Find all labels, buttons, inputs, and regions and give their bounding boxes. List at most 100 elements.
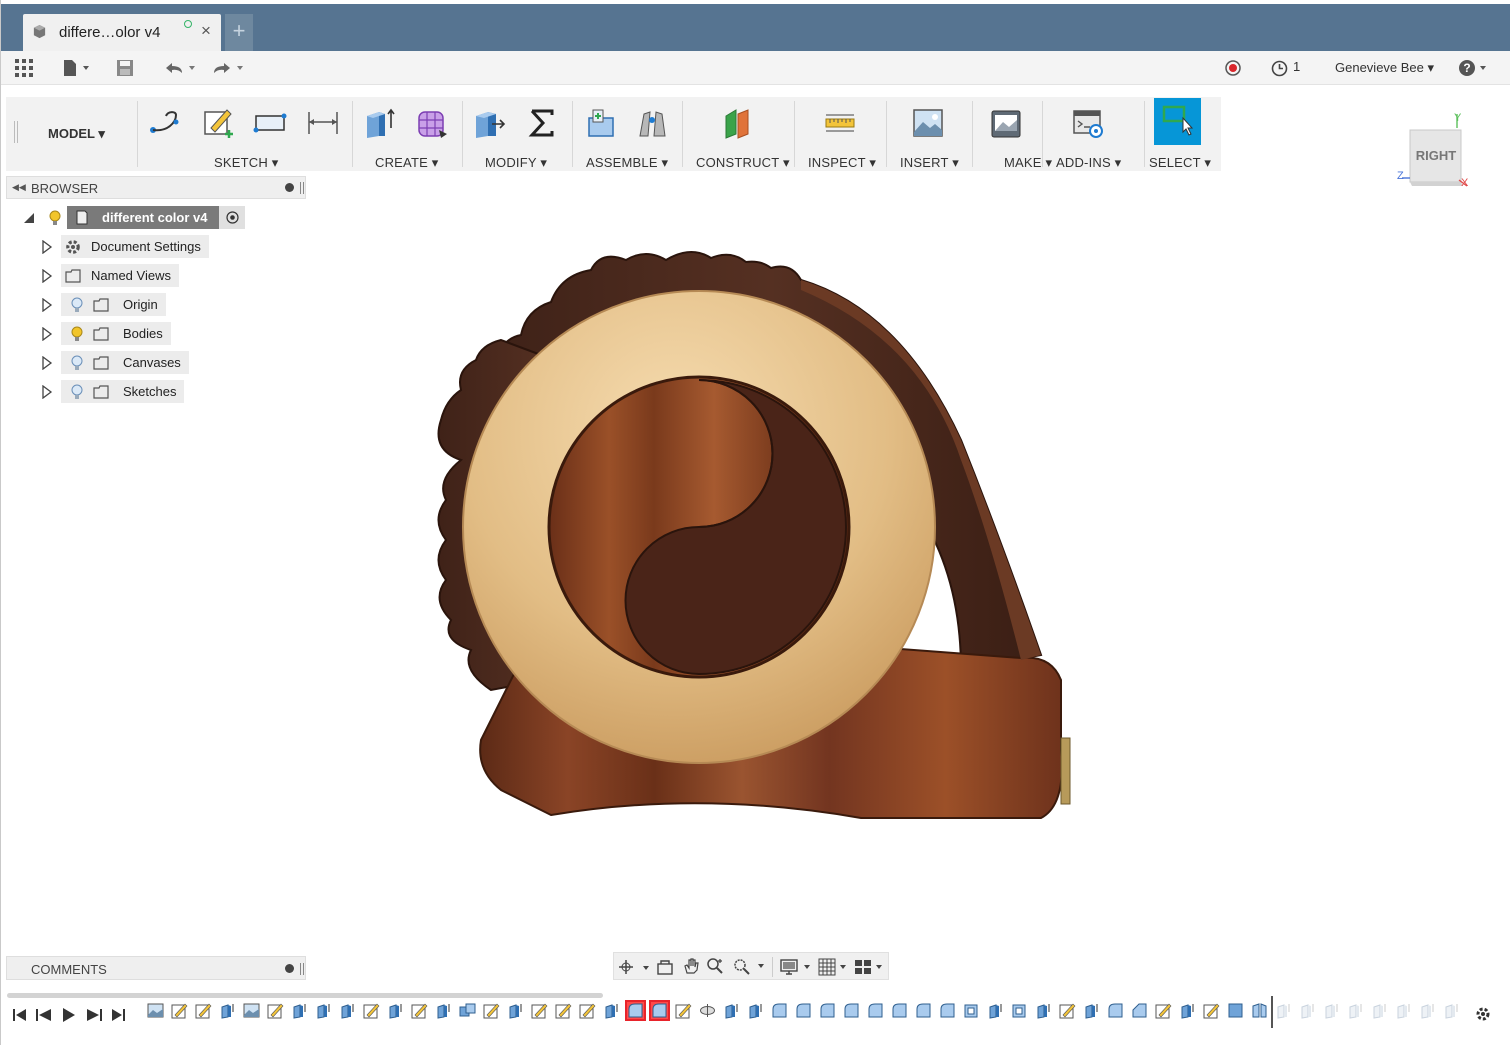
job-count[interactable]: 1 [1293, 59, 1300, 74]
create-menu[interactable]: CREATE ▾ [375, 155, 439, 171]
timeline-combine-feature-icon[interactable] [459, 1002, 476, 1019]
joint-button[interactable] [632, 103, 672, 143]
timeline-fillet-feature-icon[interactable] [891, 1002, 908, 1019]
timeline-fillet-feature-icon[interactable] [867, 1002, 884, 1019]
addins-menu[interactable]: ADD-INS ▾ [1056, 155, 1121, 171]
browser-item-canvases[interactable]: Canvases [41, 351, 189, 374]
expand-triangle-icon[interactable] [41, 355, 53, 370]
app-grid-icon[interactable] [13, 57, 35, 79]
timeline-extrude-feature-icon[interactable] [1083, 1002, 1100, 1019]
timeline-fillet-feature-icon[interactable] [625, 1000, 646, 1021]
timeline-extrude-feature-icon[interactable] [1179, 1002, 1196, 1019]
new-tab-button[interactable]: + [225, 14, 253, 51]
timeline-fillet-feature-icon[interactable] [649, 1000, 670, 1021]
timeline-ghost-feature-icon[interactable] [1299, 1002, 1316, 1019]
timeline-scrollbar[interactable] [7, 993, 603, 998]
timeline-ghost-feature-icon[interactable] [1323, 1002, 1340, 1019]
job-status-clock-icon[interactable] [1269, 57, 1289, 79]
create-sketch-button[interactable] [198, 103, 238, 143]
root-component[interactable]: different color v4 [67, 206, 220, 229]
visibility-bulb-icon[interactable] [71, 326, 83, 342]
expand-triangle-icon[interactable] [41, 326, 53, 341]
timeline-move-feature-icon[interactable] [699, 1002, 716, 1019]
rectangle-sketch-button[interactable] [250, 103, 290, 143]
zoom-icon[interactable] [706, 957, 724, 975]
timeline-sketch-feature-icon[interactable] [555, 1002, 572, 1019]
new-component-button[interactable] [580, 103, 620, 143]
timeline-sketch-feature-icon[interactable] [1203, 1002, 1220, 1019]
timeline-extrude-feature-icon[interactable] [291, 1002, 308, 1019]
save-icon[interactable] [115, 57, 135, 79]
timeline-shell-feature-icon[interactable] [963, 1002, 980, 1019]
browser-item-origin[interactable]: Origin [41, 293, 166, 316]
viewports-icon[interactable] [854, 958, 886, 976]
inspect-menu[interactable]: INSPECT ▾ [808, 155, 876, 171]
timeline-extrude-feature-icon[interactable] [315, 1002, 332, 1019]
browser-root-row[interactable]: different color v4 [21, 206, 246, 229]
modify-menu[interactable]: MODIFY ▾ [485, 155, 547, 171]
assemble-menu[interactable]: ASSEMBLE ▾ [586, 155, 668, 171]
timeline-extrude-feature-icon[interactable] [387, 1002, 404, 1019]
document-tab[interactable]: differe…olor v4 × [23, 14, 221, 51]
hidden-bulb-icon[interactable] [71, 384, 83, 400]
timeline-sketch-feature-icon[interactable] [195, 1002, 212, 1019]
fit-zoom-icon[interactable] [732, 957, 766, 975]
hidden-bulb-icon[interactable] [71, 297, 83, 313]
press-pull-button[interactable] [469, 103, 509, 143]
browser-pin-icon[interactable] [300, 182, 304, 194]
create-form-button[interactable] [412, 103, 452, 143]
timeline-fillet-feature-icon[interactable] [771, 1002, 788, 1019]
construct-menu[interactable]: CONSTRUCT ▾ [696, 155, 790, 171]
orbit-icon[interactable] [618, 958, 650, 976]
sketch-menu[interactable]: SKETCH ▾ [214, 155, 278, 171]
timeline-ghost-feature-icon[interactable] [1347, 1002, 1364, 1019]
add-comment-icon[interactable] [285, 964, 294, 973]
viewcube[interactable]: RIGHT Y Z X [1395, 108, 1475, 194]
offset-plane-button[interactable] [717, 103, 757, 143]
timeline-sketch-feature-icon[interactable] [675, 1002, 692, 1019]
3d-print-button[interactable] [986, 103, 1026, 143]
timeline-extrude-feature-icon[interactable] [507, 1002, 524, 1019]
insert-canvas-button[interactable] [908, 103, 948, 143]
timeline-fillet-feature-icon[interactable] [939, 1002, 956, 1019]
timeline-settings-gear-icon[interactable] [1475, 1006, 1491, 1022]
timeline-extrude-feature-icon[interactable] [723, 1002, 740, 1019]
extrude-button[interactable] [360, 103, 400, 143]
toolbar-grip-icon[interactable] [14, 121, 18, 143]
close-tab-button[interactable]: × [201, 21, 211, 41]
timeline-fillet-feature-icon[interactable] [915, 1002, 932, 1019]
expand-triangle-icon[interactable] [41, 268, 53, 283]
timeline-shell-feature-icon[interactable] [1011, 1002, 1028, 1019]
pan-hand-icon[interactable] [682, 957, 700, 975]
timeline-sketch-feature-icon[interactable] [363, 1002, 380, 1019]
select-button[interactable] [1154, 98, 1201, 145]
create-sketch-line-button[interactable] [146, 103, 186, 143]
browser-options-icon[interactable] [285, 183, 294, 192]
workspace-switcher[interactable]: MODEL ▾ [48, 126, 105, 142]
timeline-extrude-feature-icon[interactable] [603, 1002, 620, 1019]
expand-triangle-icon[interactable] [41, 297, 53, 312]
activate-component-icon[interactable] [219, 206, 246, 229]
visibility-bulb-icon[interactable] [49, 210, 61, 226]
timeline-extrude-feature-icon[interactable] [747, 1002, 764, 1019]
timeline-chamfer-feature-icon[interactable] [1131, 1002, 1148, 1019]
scripts-addins-button[interactable] [1068, 103, 1108, 143]
collapse-triangle-icon[interactable] [21, 210, 37, 226]
timeline-extrude-feature-icon[interactable] [339, 1002, 356, 1019]
timeline-extrude-feature-icon[interactable] [435, 1002, 452, 1019]
file-menu-icon[interactable] [59, 57, 93, 79]
timeline-fillet-feature-icon[interactable] [1107, 1002, 1124, 1019]
hidden-bulb-icon[interactable] [71, 355, 83, 371]
timeline-canvas-feature-icon[interactable] [243, 1002, 260, 1019]
timeline-sketch-feature-icon[interactable] [171, 1002, 188, 1019]
timeline-extrude-feature-icon[interactable] [219, 1002, 236, 1019]
browser-item-sketches[interactable]: Sketches [41, 380, 185, 403]
timeline-ghost-feature-icon[interactable] [1419, 1002, 1436, 1019]
timeline-canvas-feature-icon[interactable] [147, 1002, 164, 1019]
browser-item-bodies[interactable]: Bodies [41, 322, 171, 345]
expand-triangle-icon[interactable] [41, 384, 53, 399]
expand-triangle-icon[interactable] [41, 239, 53, 254]
display-settings-icon[interactable] [780, 958, 812, 976]
select-menu[interactable]: SELECT ▾ [1149, 155, 1211, 171]
browser-item-document-settings[interactable]: Document Settings [41, 235, 209, 258]
